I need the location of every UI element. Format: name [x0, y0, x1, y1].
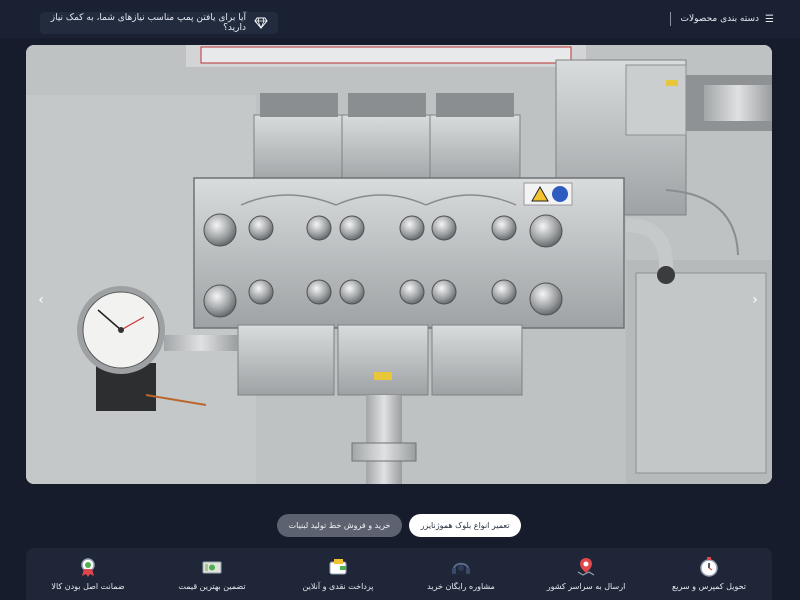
help-promo-banner[interactable]: آیا برای یافتن پمپ مناسب نیازهای شما، به… [40, 12, 278, 34]
next-slide-button[interactable]: › [747, 290, 763, 310]
feature-payment: پرداخت نقدی و آنلاین [278, 556, 398, 591]
promo-text: آیا برای یافتن پمپ مناسب نیازهای شما، به… [50, 13, 246, 33]
map-pin-icon [575, 556, 597, 578]
diamond-icon [254, 17, 268, 29]
feature-label: تضمین بهترین قیمت [178, 582, 246, 591]
feature-label: پرداخت نقدی و آنلاین [302, 582, 374, 591]
chevron-left-icon: ‹ [38, 292, 44, 308]
feature-label: تحویل کمپرس و سریع [672, 582, 746, 591]
slider-tab-label: خرید و فروش خط تولید لبنیات [288, 521, 391, 530]
badge-icon [77, 556, 99, 578]
headset-icon [450, 556, 472, 578]
cash-icon [201, 556, 223, 578]
feature-label: مشاوره رایگان خرید [427, 582, 495, 591]
feature-best-price: تضمین بهترین قیمت [152, 556, 272, 591]
wallet-icon [327, 556, 349, 578]
menu-icon: ☰ [765, 13, 774, 25]
category-menu-button[interactable]: ☰ دسته بندی محصولات [669, 12, 774, 26]
feature-free-consultation: مشاوره رایگان خرید [401, 556, 521, 591]
slider-tab-homogenizer-repair[interactable]: تعمیر انواع بلوک هموژنایزر [409, 514, 521, 537]
hero-slider-image: ‹ › [26, 45, 772, 484]
slider-tab-dairy-line[interactable]: خرید و فروش خط تولید لبنیات [277, 514, 402, 537]
slider-tab-label: تعمیر انواع بلوک هموژنایزر [420, 521, 510, 530]
category-menu-label: دسته بندی محصولات [680, 14, 760, 24]
feature-fast-delivery: تحویل کمپرس و سریع [649, 556, 769, 591]
feature-authenticity: ضمانت اصل بودن کالا [28, 556, 148, 591]
homogenizer-photo [26, 45, 772, 484]
feature-nationwide-shipping: ارسال به سراسر کشور [526, 556, 646, 591]
stopwatch-icon [698, 556, 720, 578]
features-strip: تحویل کمپرس و سریع ارسال به سراسر کشور م… [26, 548, 772, 600]
feature-label: ارسال به سراسر کشور [546, 582, 626, 591]
top-bar: ☰ دسته بندی محصولات آیا برای یافتن پمپ م… [0, 0, 800, 38]
feature-label: ضمانت اصل بودن کالا [51, 582, 125, 591]
chevron-right-icon: › [752, 292, 758, 308]
prev-slide-button[interactable]: ‹ [33, 290, 49, 310]
